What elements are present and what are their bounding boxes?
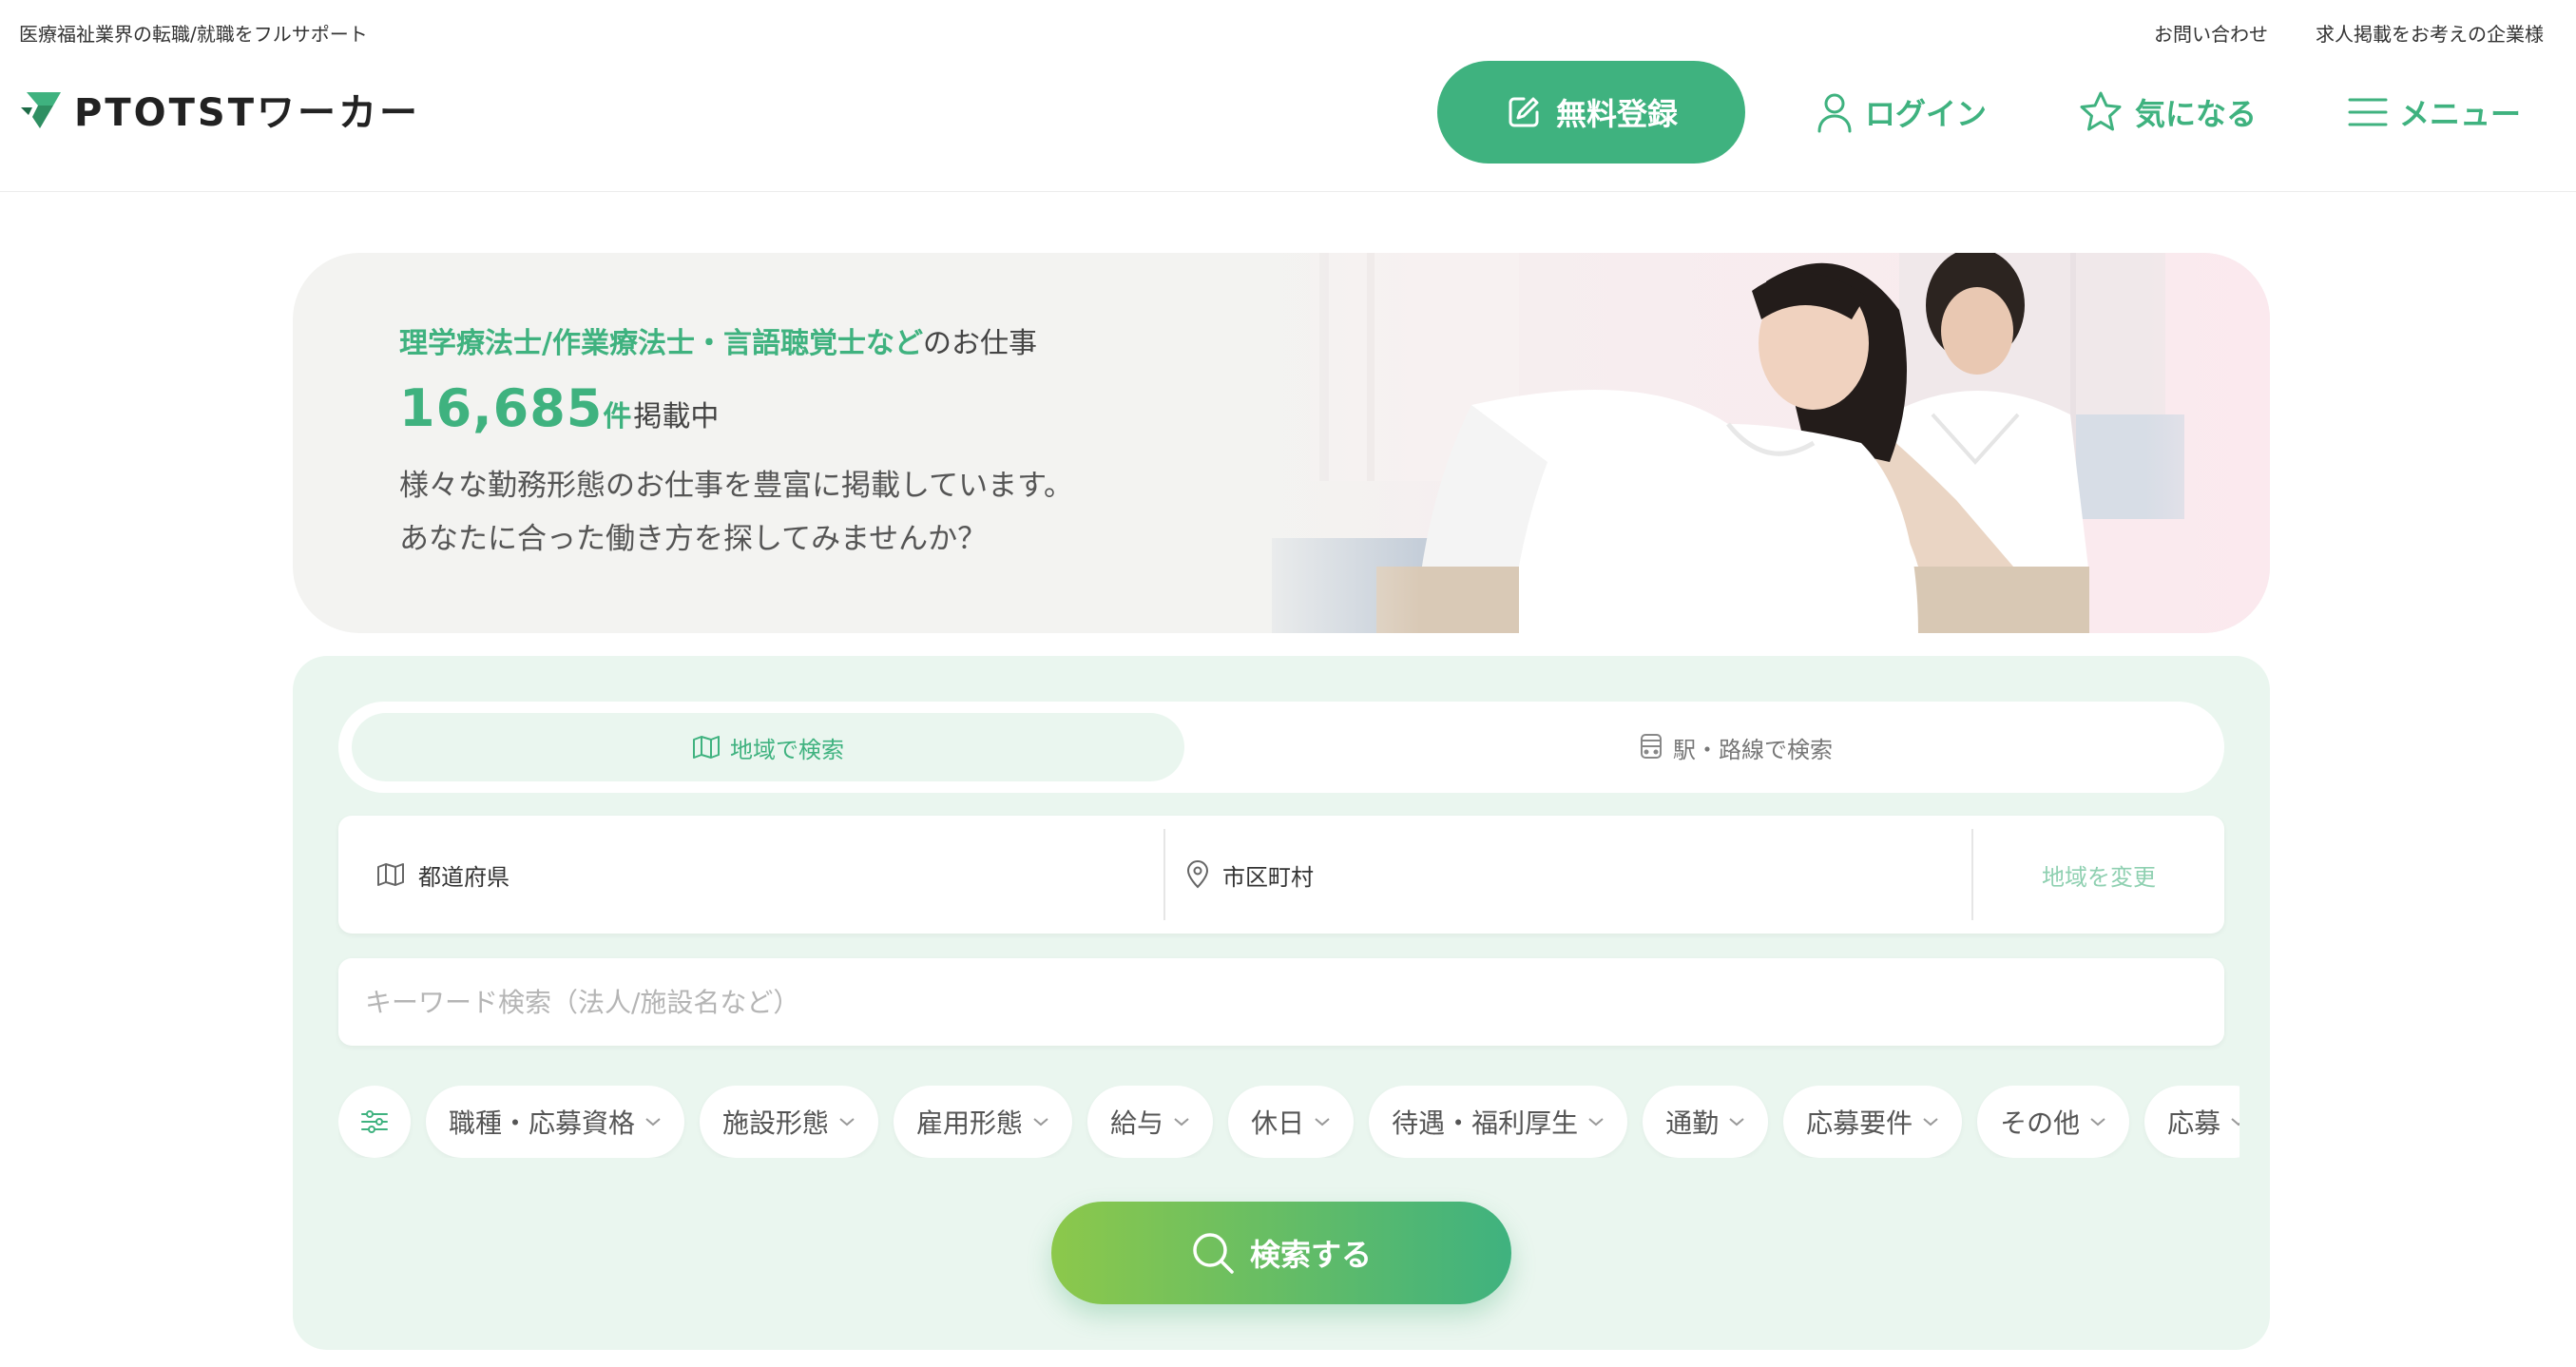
chevron-down-icon (1315, 1118, 1330, 1126)
filter-chips: 職種・応募資格 施設形態 雇用形態 給与 休日 待遇・福利厚生 通勤 応募要件 … (338, 1086, 2240, 1158)
filter-settings-button[interactable] (338, 1086, 411, 1158)
top-utility-bar: 医療福祉業界の転職/就職をフルサポート お問い合わせ 求人掲載をお考えの企業様 (0, 0, 2576, 59)
city-label: 市区町村 (1222, 863, 1314, 891)
hero-photo (1234, 253, 2270, 633)
contact-link[interactable]: お問い合わせ (2154, 19, 2268, 47)
tab-station-label: 駅・路線で検索 (1673, 736, 1833, 763)
register-label: 無料登録 (1555, 96, 1678, 132)
login-label: ログイン (1864, 96, 1987, 132)
filter-chip-label: 給与 (1110, 1107, 1164, 1139)
keyword-search-input[interactable] (338, 958, 2224, 1046)
chevron-down-icon (1923, 1118, 1938, 1126)
filter-chip-label: 応募 (2167, 1107, 2221, 1139)
logo-mark-icon (21, 92, 61, 128)
hero-headline-tail: のお仕事 (922, 327, 1037, 360)
therapists-illustration (1234, 253, 2270, 633)
search-submit-button[interactable]: 検索する (1051, 1202, 1511, 1304)
area-selector: 都道府県 市区町村 地域を変更 (338, 816, 2224, 934)
tab-area-label: 地域で検索 (730, 736, 844, 763)
filter-chip-employment[interactable]: 雇用形態 (894, 1086, 1073, 1158)
filter-chip-other[interactable]: その他 (1977, 1086, 2130, 1158)
chevron-down-icon (1033, 1118, 1048, 1126)
filter-chip-label: 雇用形態 (916, 1107, 1024, 1139)
filter-chip-facility[interactable]: 施設形態 (700, 1086, 879, 1158)
map-icon (693, 736, 720, 759)
hero-description: 様々な勤務形態のお仕事を豊富に掲載しています。 あなたに合った働き方を探してみま… (399, 459, 1073, 566)
hero-description-line2: あなたに合った働き方を探してみませんか？ (399, 522, 988, 556)
filter-chip-label: 応募要件 (1806, 1107, 1913, 1139)
city-select[interactable]: 市区町村 (1186, 816, 1947, 934)
logo-text: PTOTSTワーカー (74, 91, 420, 135)
site-tagline: 医療福祉業界の転職/就職をフルサポート (19, 23, 368, 46)
job-count-number: 16,685 (399, 378, 604, 438)
star-icon (2080, 91, 2122, 131)
filter-chip-label: その他 (2000, 1107, 2081, 1139)
filter-chip-requirements[interactable]: 応募要件 (1783, 1086, 1963, 1158)
login-button[interactable]: ログイン (1816, 90, 1987, 134)
hero-banner: 理学療法士/作業療法士・言語聴覚士などのお仕事 16,685 件 掲載中 様々な… (293, 253, 2270, 633)
chevron-down-icon (2090, 1118, 2105, 1126)
register-button[interactable]: 無料登録 (1436, 61, 1745, 164)
header-nav: 無料登録 ログイン 気になる メニュー (1436, 61, 2521, 164)
map-icon (377, 863, 404, 886)
tab-area-search[interactable]: 地域で検索 (352, 713, 1184, 781)
change-area-button[interactable]: 地域を変更 (1973, 816, 2224, 934)
hero-professions: 理学療法士/作業療法士・言語聴覚士など (399, 327, 923, 360)
site-logo[interactable]: PTOTSTワーカー (19, 82, 420, 137)
search-tabs: 地域で検索 駅・路線で検索 (338, 702, 2224, 793)
chevron-down-icon (1588, 1118, 1604, 1126)
filter-chip-label: 通勤 (1665, 1107, 1720, 1139)
employer-link[interactable]: 求人掲載をお考えの企業様 (2316, 19, 2544, 47)
job-count-tail: 掲載中 (633, 400, 720, 433)
area-divider (1163, 829, 1165, 920)
filter-chip-label: 職種・応募資格 (449, 1107, 636, 1139)
hero-description-line1: 様々な勤務形態のお仕事を豊富に掲載しています。 (399, 469, 1073, 503)
prefecture-select[interactable]: 都道府県 (376, 816, 1146, 934)
filter-chip-holiday[interactable]: 休日 (1228, 1086, 1355, 1158)
filter-chip-label: 休日 (1251, 1107, 1305, 1139)
search-icon (1193, 1233, 1234, 1274)
prefecture-label: 都道府県 (418, 863, 509, 891)
filter-chip-commute[interactable]: 通勤 (1643, 1086, 1769, 1158)
job-count-unit: 件 (603, 400, 632, 433)
menu-label: メニュー (2398, 96, 2521, 132)
filter-chip-salary[interactable]: 給与 (1087, 1086, 1214, 1158)
favorite-button[interactable]: 気になる (2078, 89, 2257, 135)
chevron-down-icon (645, 1118, 661, 1126)
utility-links: お問い合わせ 求人掲載をお考えの企業様 (2154, 19, 2544, 47)
chevron-down-icon (2231, 1118, 2240, 1126)
user-icon (1817, 93, 1852, 133)
hero-text: 理学療法士/作業療法士・言語聴覚士などのお仕事 16,685 件 掲載中 様々な… (399, 319, 1073, 566)
favorite-label: 気になる (2134, 96, 2257, 132)
hamburger-icon (2348, 98, 2388, 126)
job-count: 16,685 件 掲載中 (399, 378, 1073, 438)
edit-icon (1509, 97, 1539, 127)
filter-chip-label: 施設形態 (722, 1107, 830, 1139)
site-header: PTOTSTワーカー 無料登録 ログイン 気になる メニュー (0, 59, 2576, 192)
search-panel: 地域で検索 駅・路線で検索 都道府県 市区町村 地域を変更 キーワード検索（法人… (293, 656, 2270, 1350)
search-submit-label: 検索する (1249, 1237, 1372, 1273)
hero-headline: 理学療法士/作業療法士・言語聴覚士などのお仕事 (399, 319, 1073, 361)
filter-chip-label: 待遇・福利厚生 (1392, 1107, 1579, 1139)
location-pin-icon (1186, 860, 1209, 889)
train-icon (1641, 734, 1662, 759)
chevron-down-icon (1729, 1118, 1744, 1126)
chevron-down-icon (839, 1118, 855, 1126)
chevron-down-icon (1174, 1118, 1189, 1126)
filter-chip-application[interactable]: 応募 (2144, 1086, 2240, 1158)
filter-chip-occupation[interactable]: 職種・応募資格 (426, 1086, 685, 1158)
tab-station-search[interactable]: 駅・路線で検索 (1289, 713, 2182, 781)
sliders-icon (361, 1110, 388, 1133)
filter-chip-benefits[interactable]: 待遇・福利厚生 (1369, 1086, 1628, 1158)
menu-button[interactable]: メニュー (2348, 90, 2521, 134)
